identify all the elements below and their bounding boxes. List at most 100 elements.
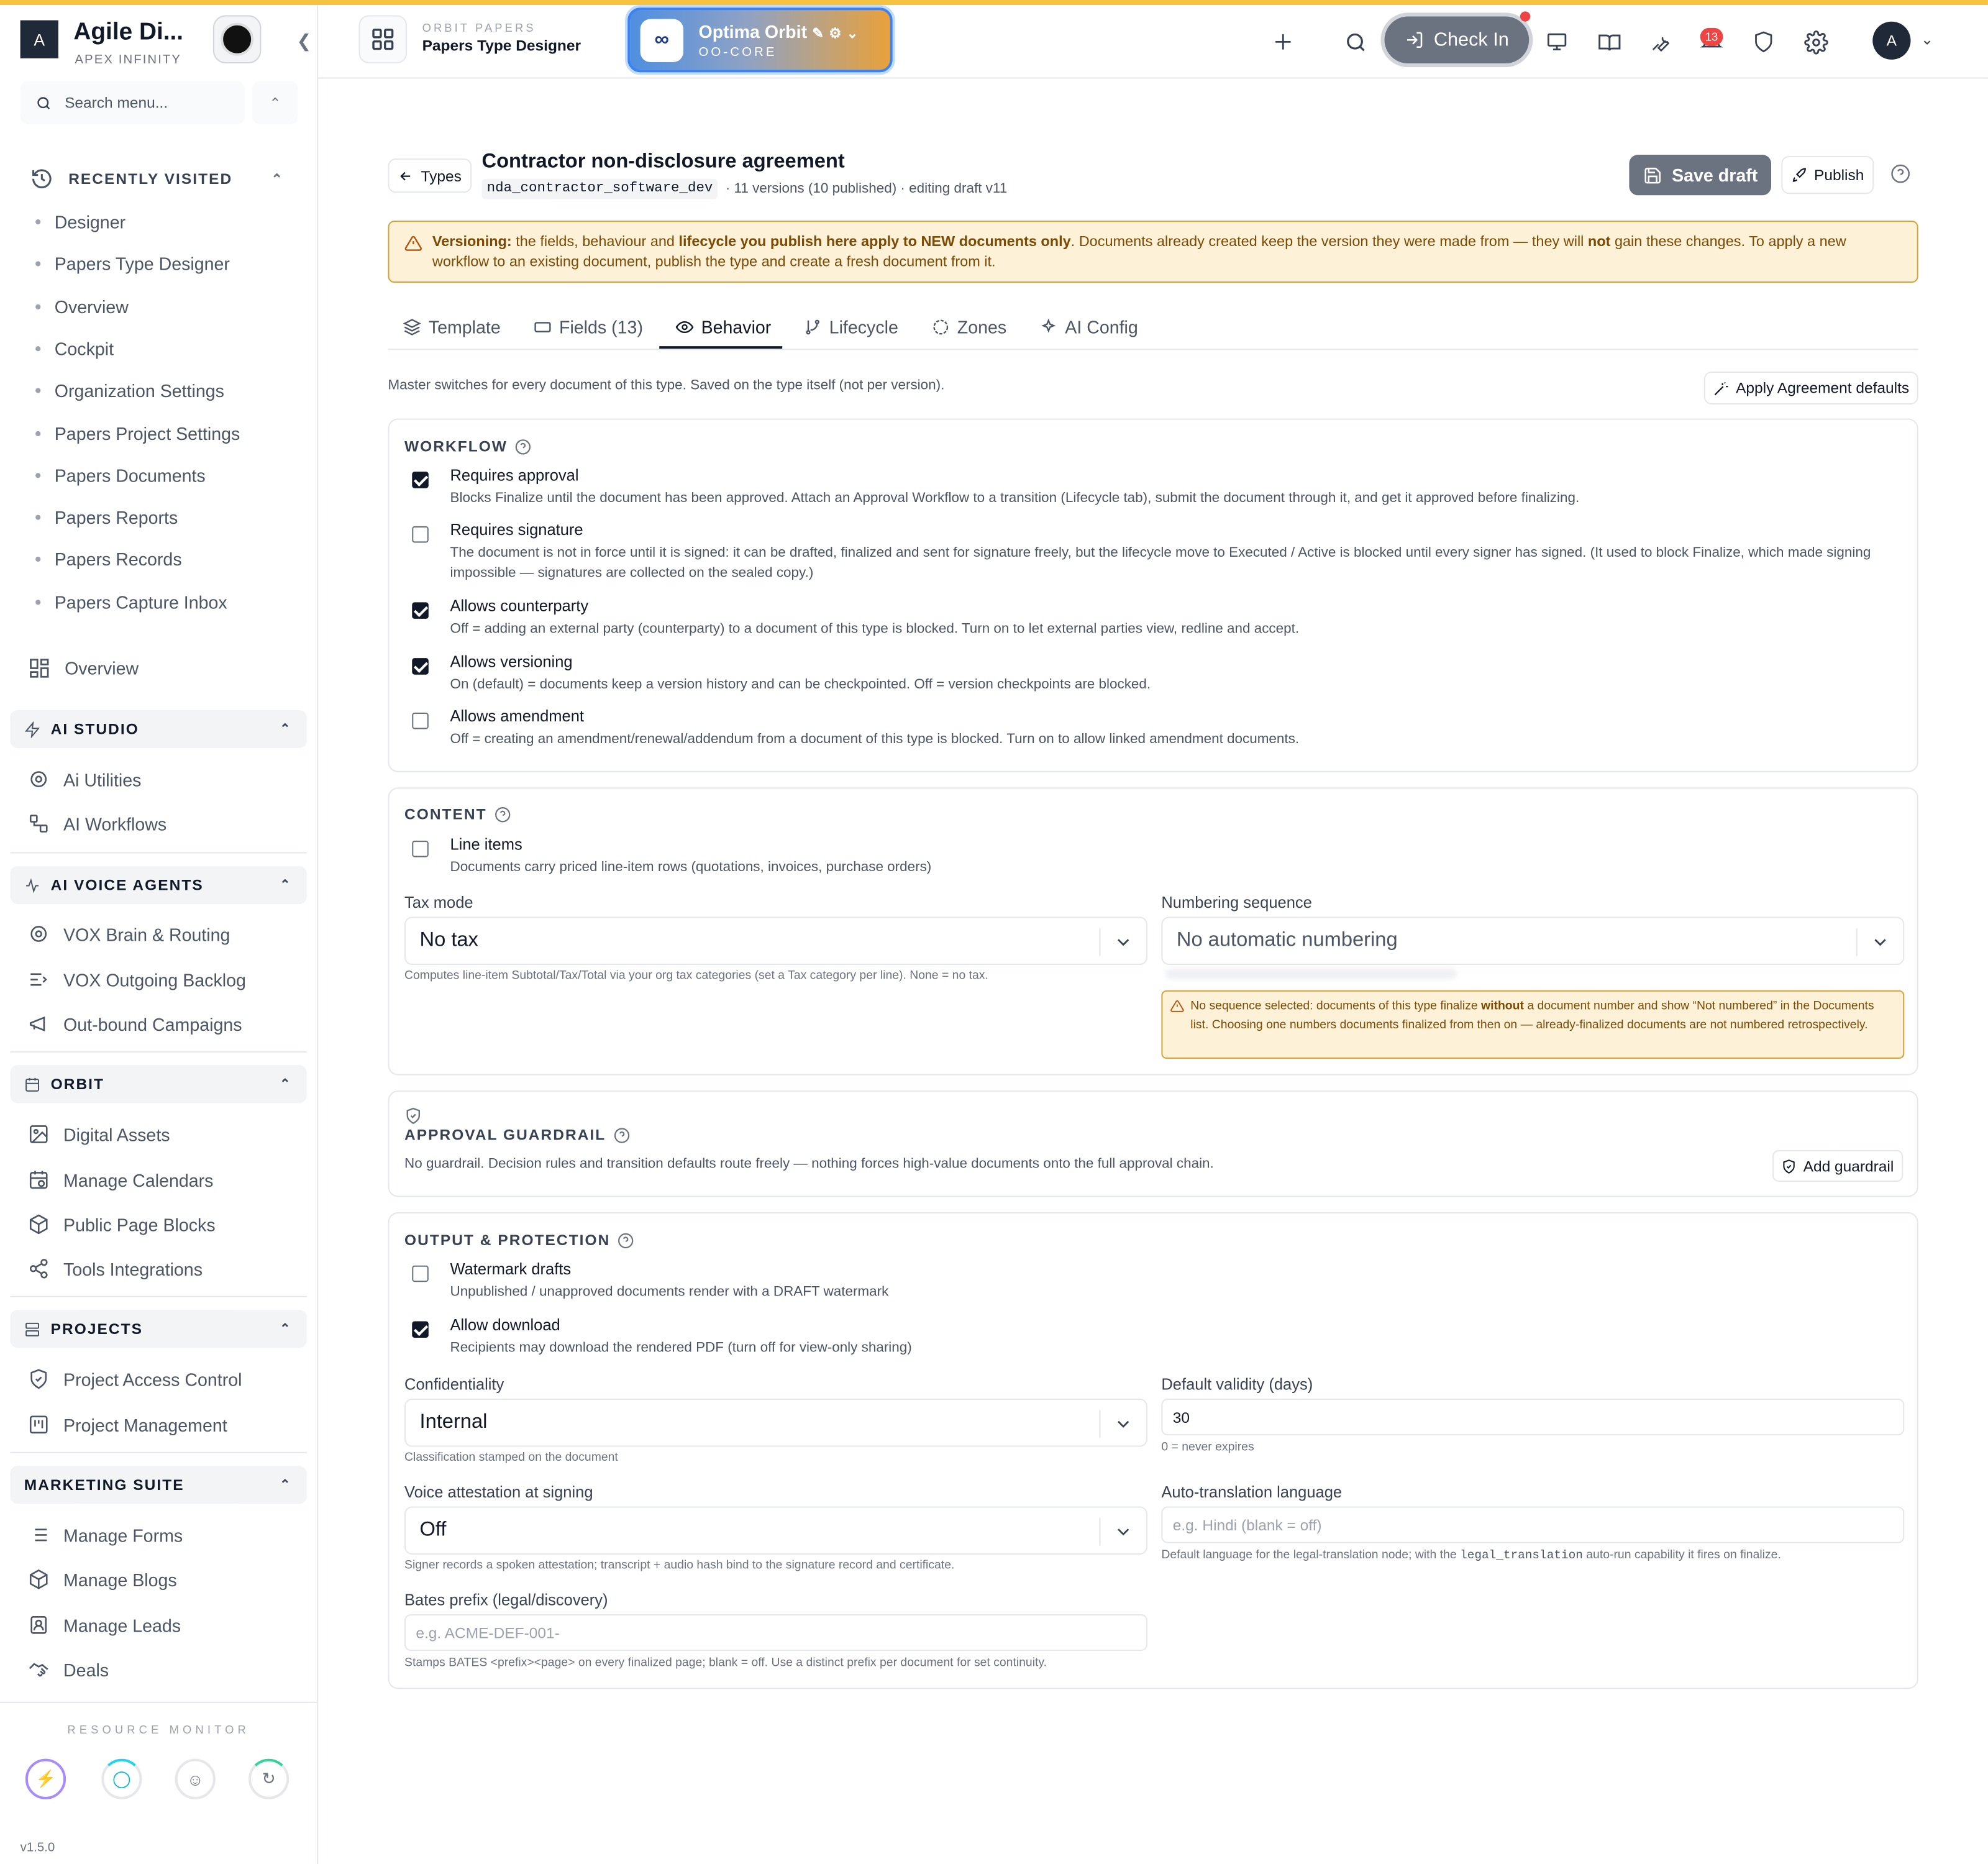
chevron-down-icon[interactable]: ⌄ — [1921, 30, 1934, 48]
add-guardrail-button[interactable]: Add guardrail — [1772, 1150, 1904, 1182]
sync-icon[interactable]: ↻ — [248, 1758, 290, 1799]
sidebar-item[interactable]: VOX Brain & Routing — [28, 923, 230, 945]
users-icon[interactable]: ☺ — [175, 1758, 216, 1799]
option-checkbox[interactable] — [412, 1321, 429, 1338]
recent-item[interactable]: Overview — [35, 296, 129, 316]
chevron-up-icon[interactable]: ⌃ — [252, 81, 298, 124]
recent-item[interactable]: Designer — [35, 212, 125, 232]
confidentiality-select[interactable]: Internal — [404, 1399, 1147, 1447]
sidebar-group-header[interactable]: AI VOICE AGENTS ⌃ — [10, 866, 307, 905]
tab-zones[interactable]: Zones — [932, 313, 1006, 341]
tab-fields[interactable]: Fields (13) — [534, 313, 643, 341]
default-validity-input[interactable]: 30 — [1161, 1399, 1905, 1436]
save-draft-button[interactable]: Save draft — [1629, 154, 1771, 196]
app-switcher-grid-icon[interactable] — [358, 15, 408, 64]
sidebar-group-header[interactable]: MARKETING SUITE ⌃ — [10, 1466, 307, 1504]
wrench-icon[interactable] — [1641, 23, 1679, 61]
recent-item[interactable]: Papers Documents — [35, 465, 206, 485]
hint-text: Default language for the legal-translati… — [1161, 1548, 1461, 1563]
publish-button[interactable]: Publish — [1781, 156, 1874, 194]
header-title: Papers Type Designer — [422, 37, 581, 55]
sidebar-item[interactable]: Deals — [28, 1658, 109, 1680]
book-icon[interactable] — [1590, 23, 1628, 61]
sidebar-item[interactable]: Manage Leads — [28, 1614, 181, 1636]
sidebar-item[interactable]: AI Workflows — [28, 813, 166, 834]
sidebar-item-overview[interactable]: Overview — [28, 657, 139, 680]
search-menu-input[interactable]: Search menu... — [20, 81, 245, 124]
edit-icon[interactable]: ✎ — [812, 27, 824, 42]
sidebar-item[interactable]: Project Management — [28, 1414, 227, 1435]
chevron-up-icon[interactable]: ⌃ — [280, 1322, 291, 1336]
option-checkbox[interactable] — [412, 658, 429, 675]
bates-prefix-input[interactable]: e.g. ACME-DEF-001- — [404, 1614, 1147, 1652]
shield-icon[interactable] — [1744, 23, 1782, 61]
recent-item[interactable]: Papers Project Settings — [35, 423, 240, 443]
help-icon[interactable] — [495, 806, 511, 823]
sidebar-item[interactable]: Manage Blogs — [28, 1568, 177, 1590]
sidebar-group-header[interactable]: PROJECTS ⌃ — [10, 1310, 307, 1348]
tax-mode-select[interactable]: No tax — [404, 916, 1147, 966]
cpu-bolt-icon[interactable]: ⚡ — [25, 1758, 66, 1799]
tab-behavior[interactable]: Behavior — [675, 313, 771, 341]
option-checkbox[interactable] — [412, 526, 429, 543]
option-checkbox[interactable] — [412, 472, 429, 488]
approval-guardrail-card: APPROVAL GUARDRAIL No guardrail. Decisio… — [388, 1090, 1918, 1197]
sidebar-item[interactable]: Ai Utilities — [28, 769, 142, 790]
chevron-up-icon[interactable]: ⌃ — [271, 170, 284, 187]
option-checkbox[interactable] — [412, 712, 429, 729]
user-avatar[interactable]: A — [1872, 21, 1911, 60]
voice-attestation-select[interactable]: Off — [404, 1506, 1147, 1555]
sidebar-item[interactable]: Tools Integrations — [28, 1258, 203, 1279]
chevron-up-icon[interactable]: ⌃ — [280, 1478, 291, 1492]
sidebar-group-header[interactable]: AI STUDIO ⌃ — [10, 710, 307, 749]
sidebar-item[interactable]: Public Page Blocks — [28, 1213, 216, 1235]
line-items-checkbox[interactable] — [412, 841, 429, 857]
chevron-down-icon[interactable]: ⌄ — [847, 27, 859, 42]
plus-icon[interactable] — [1264, 23, 1302, 61]
orbit-switcher[interactable]: ∞ Optima Orbit ✎ ⚙ ⌄ OO-CORE — [627, 7, 893, 73]
sidebar-item[interactable]: Out-bound Campaigns — [28, 1013, 242, 1035]
monitor-icon[interactable] — [1538, 23, 1575, 61]
option-checkbox[interactable] — [412, 602, 429, 619]
help-icon[interactable] — [1890, 163, 1911, 190]
recently-visited-header[interactable]: RECENTLY VISITED ⌃ — [30, 165, 297, 193]
sidebar-item[interactable]: VOX Outgoing Backlog — [28, 969, 246, 990]
apply-agreement-defaults-button[interactable]: Apply Agreement defaults — [1703, 371, 1918, 405]
help-icon[interactable] — [515, 438, 532, 455]
database-icon[interactable]: ◯ — [101, 1758, 142, 1799]
org-logo-icon[interactable] — [212, 15, 262, 64]
grid-icon — [30, 659, 49, 678]
collapse-sidebar-icon[interactable]: ❮ — [297, 30, 312, 52]
chevron-up-icon[interactable]: ⌃ — [280, 1077, 291, 1091]
help-icon[interactable] — [614, 1126, 631, 1143]
back-to-types-button[interactable]: Types — [388, 158, 472, 193]
tab-ai-config[interactable]: AI Config — [1039, 313, 1138, 341]
sidebar-divider — [10, 1295, 307, 1297]
auto-translation-input[interactable]: e.g. Hindi (blank = off) — [1161, 1506, 1905, 1543]
tab-lifecycle[interactable]: Lifecycle — [804, 313, 898, 341]
gear-icon[interactable]: ⚙ — [829, 27, 841, 42]
settings-gear-icon[interactable] — [1797, 23, 1835, 61]
chevron-up-icon[interactable]: ⌃ — [280, 722, 291, 736]
option-checkbox[interactable] — [412, 1265, 429, 1282]
recent-item[interactable]: Papers Reports — [35, 508, 178, 528]
recent-item[interactable]: Papers Records — [35, 549, 182, 570]
recent-item[interactable]: Cockpit — [35, 339, 114, 359]
option-label: Allows counterparty — [450, 597, 589, 615]
help-icon[interactable] — [618, 1232, 635, 1249]
tab-template[interactable]: Template — [403, 313, 501, 341]
recent-item[interactable]: Papers Type Designer — [35, 254, 230, 274]
sidebar-item[interactable]: Manage Calendars — [28, 1169, 213, 1191]
brand[interactable]: A Agile Di... APEX INFINITY ❮ — [20, 15, 311, 74]
recent-item[interactable]: Organization Settings — [35, 381, 224, 401]
version-meta: · 11 versions (10 published) · editing d… — [725, 181, 1008, 197]
sidebar-group-header[interactable]: ORBIT ⌃ — [10, 1065, 307, 1103]
check-in-button[interactable]: Check In — [1384, 16, 1530, 64]
recent-item[interactable]: Papers Capture Inbox — [35, 592, 227, 612]
sidebar-item[interactable]: Project Access Control — [28, 1368, 242, 1390]
sidebar-item[interactable]: Manage Forms — [28, 1524, 183, 1546]
chevron-up-icon[interactable]: ⌃ — [280, 878, 291, 892]
search-icon[interactable] — [1336, 23, 1374, 61]
numbering-sequence-select[interactable]: No automatic numbering — [1161, 916, 1905, 966]
sidebar-item[interactable]: Digital Assets — [28, 1123, 170, 1145]
